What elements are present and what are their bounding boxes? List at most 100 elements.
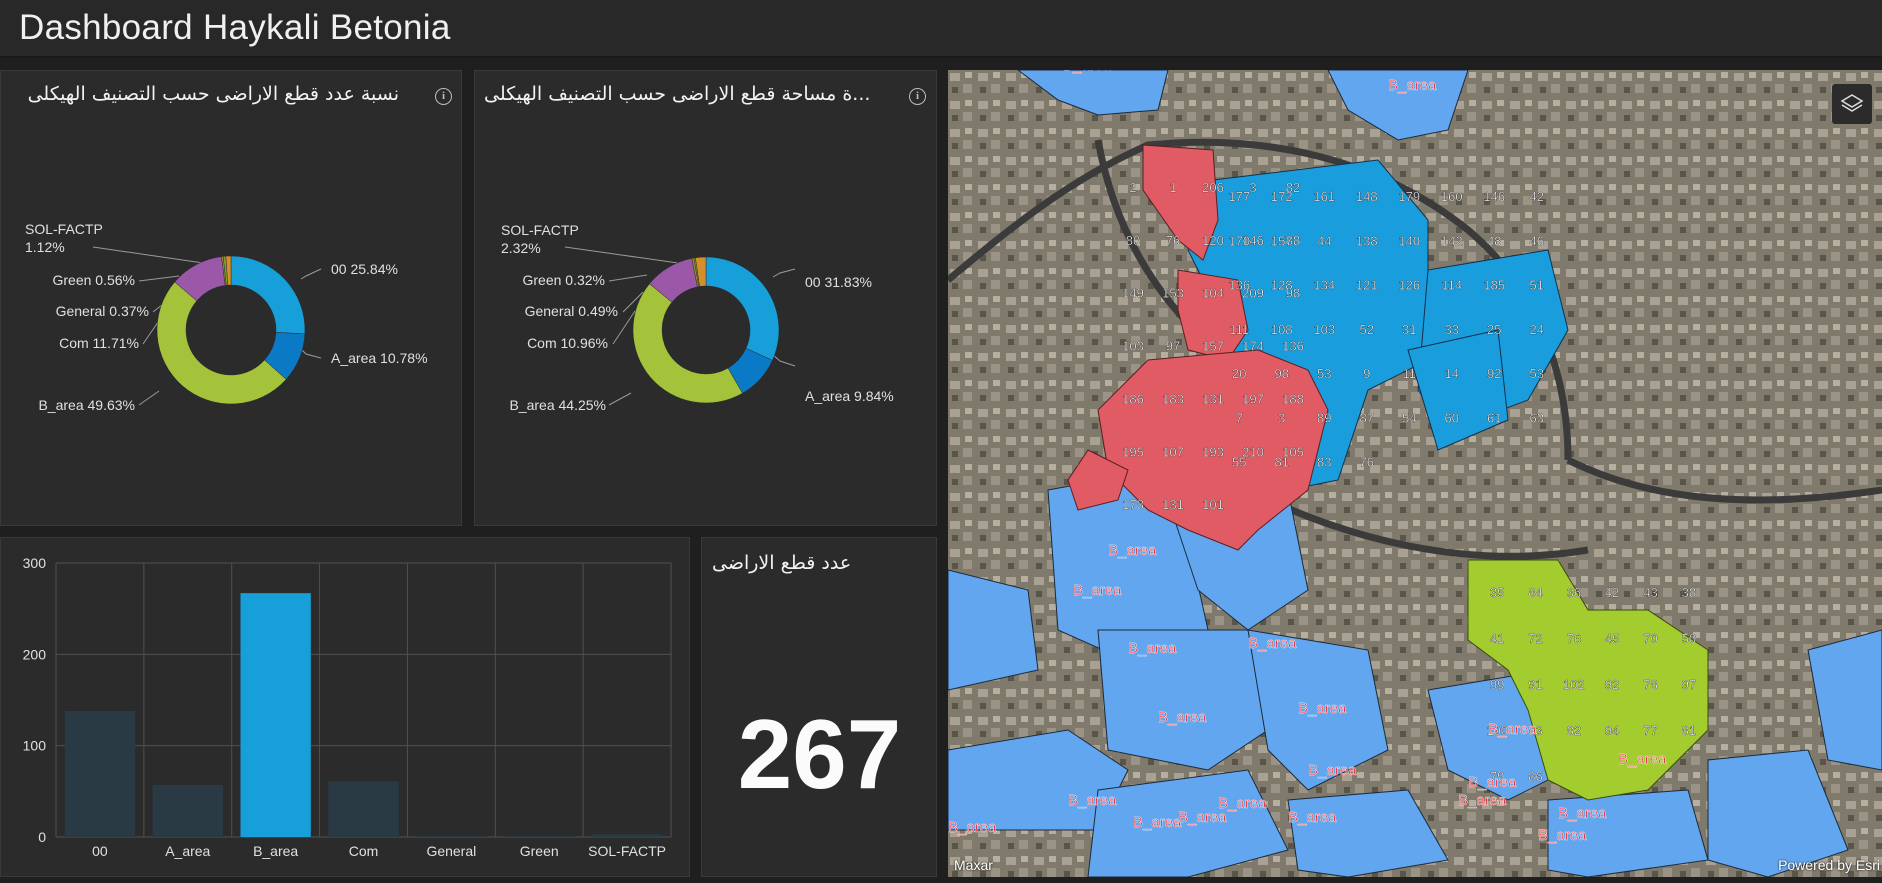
parcel-label: 77 xyxy=(1643,723,1657,738)
map-attribution: Maxar xyxy=(954,857,993,873)
info-icon[interactable]: i xyxy=(909,88,926,105)
parcel-label: 102 xyxy=(1563,677,1585,692)
parcel-label: 44 xyxy=(1317,233,1331,248)
bar-general[interactable] xyxy=(416,836,487,837)
parcel-label: 206 xyxy=(1202,180,1224,195)
parcel-label: 53 xyxy=(1317,366,1331,381)
parcel-label: 38 xyxy=(1682,585,1696,600)
parcel-label: 31 xyxy=(1402,322,1416,337)
label-oo: 00 31.83% xyxy=(805,274,872,290)
parcel-label: 157 xyxy=(1271,233,1293,248)
bar-com[interactable] xyxy=(328,781,399,837)
parcel-label: 98 xyxy=(1275,366,1289,381)
parcel-label: 87 xyxy=(1360,410,1374,425)
parcel-label: 140 xyxy=(1398,233,1420,248)
parcel-label: 60 xyxy=(1445,410,1459,425)
map-canvas[interactable]: 2 1 206 3 8280 76 120 146 88149 153 104 209 98103 97 1… xyxy=(948,70,1882,877)
parcel-label: 97 xyxy=(1166,339,1180,354)
layers-button[interactable] xyxy=(1832,84,1872,124)
label-sol-name: SOL-FACTP xyxy=(25,221,103,237)
parcel-label: 3 xyxy=(1278,410,1285,425)
area-label: B_area xyxy=(1068,792,1117,809)
parcel-label: 89 xyxy=(1317,410,1331,425)
donut-slice-00[interactable] xyxy=(705,256,780,361)
parcel-label: 157 xyxy=(1202,339,1224,354)
parcel-label: 111 xyxy=(1229,322,1249,337)
area-label: B_area xyxy=(1288,809,1337,826)
bar-a-area[interactable] xyxy=(152,784,223,837)
parcel-label: 48 xyxy=(1487,233,1501,248)
area-label: B_area xyxy=(1178,809,1227,826)
label-green: Green 0.56% xyxy=(53,272,136,288)
dashboard-header: Dashboard Haykali Betonia xyxy=(0,0,1882,58)
parcel-label: 128 xyxy=(1271,278,1293,293)
parcel-label: 63 xyxy=(1530,410,1544,425)
label-sol-pct: 2.32% xyxy=(501,240,541,256)
indicator-value: 267 xyxy=(737,699,902,809)
donut-slices xyxy=(156,255,306,405)
parcel-label: 42 xyxy=(1530,189,1544,204)
parcel-label: 1 xyxy=(1169,180,1176,195)
panel-title: نسبة عدد قطع الاراضى حسب التصنيف الهيكلى xyxy=(27,83,399,105)
parcel-label: 55 xyxy=(1232,455,1246,470)
area-label: B_area xyxy=(1388,77,1437,94)
esri-attribution[interactable]: Powered by Esri xyxy=(1778,857,1880,873)
parcel-label: 72 xyxy=(1528,631,1542,646)
donut-slice-b-area[interactable] xyxy=(632,283,743,404)
parcel-label: 185 xyxy=(1483,278,1505,293)
parcel-label: 53 xyxy=(1530,366,1544,381)
parcel-label: 138 xyxy=(1356,233,1378,248)
bar-00[interactable] xyxy=(64,710,136,837)
area-label: B_area xyxy=(1558,805,1607,822)
x-tick-label: A_area xyxy=(165,843,210,859)
label-com: Com 10.96% xyxy=(527,335,608,351)
info-icon[interactable]: i xyxy=(435,88,452,105)
x-tick-label: Green xyxy=(520,843,559,859)
label-oo: 00 25.84% xyxy=(331,261,398,277)
x-tick-label: SOL-FACTP xyxy=(588,843,666,859)
parcel-label: 35 xyxy=(1490,585,1504,600)
donut-panel-area: ...ة مساحة قطع الاراضى حسب التصنيف الهيك… xyxy=(474,70,937,526)
bar-sol-factp[interactable] xyxy=(591,834,663,837)
donut-chart-count: SOL-FACTP 1.12% Green 0.56% General 0.37… xyxy=(25,221,428,413)
parcel-label: 3 xyxy=(1249,180,1256,195)
parcel-label: 36 xyxy=(1567,585,1581,600)
bar-green[interactable] xyxy=(504,836,575,837)
parcel-label: 9 xyxy=(1363,366,1370,381)
panel-title: ...ة مساحة قطع الاراضى حسب التصنيف الهيك… xyxy=(484,83,871,105)
parcel-label: 120 xyxy=(1202,233,1224,248)
parcel-label: 97 xyxy=(1682,677,1696,692)
indicator-title: عدد قطع الاراضى xyxy=(712,552,852,574)
parcel-label: 70 xyxy=(1643,631,1657,646)
parcel-label: 81 xyxy=(1682,723,1696,738)
label-general: General 0.37% xyxy=(56,303,149,319)
area-label: B_area xyxy=(1073,582,1122,599)
area-label: B_area xyxy=(1538,827,1587,844)
parcel-label: 121 xyxy=(1356,278,1378,293)
area-label: B_area xyxy=(1468,774,1517,791)
parcel-label: 136 xyxy=(1228,278,1250,293)
label-sol-name: SOL-FACTP xyxy=(501,222,579,238)
bar-b-area[interactable] xyxy=(240,593,311,837)
parcel-label: 142 xyxy=(1441,233,1463,248)
parcel-label: 14 xyxy=(1445,366,1459,381)
parcel-label: 92 xyxy=(1605,677,1619,692)
donut-slice-00[interactable] xyxy=(230,255,306,335)
parcel-label: 103 xyxy=(1122,339,1144,354)
parcel-label: 7 xyxy=(1236,410,1243,425)
parcel-label: 178 xyxy=(1122,497,1144,512)
area-label: B_area xyxy=(1618,751,1667,768)
area-label: B_area xyxy=(1133,814,1182,831)
parcel-label: 86 xyxy=(1528,769,1542,784)
parcel-label: 52 xyxy=(1360,322,1374,337)
parcel-label: 45 xyxy=(1605,631,1619,646)
map-panel[interactable]: 2 1 206 3 82 80 76 120 146 88 149 153 104 209 98 103 97 1… xyxy=(948,70,1882,877)
parcel-label: 80 xyxy=(1126,233,1140,248)
y-tick-label: 200 xyxy=(23,646,47,662)
parcel-label: 76 xyxy=(1166,233,1180,248)
parcel-label: 186 xyxy=(1122,391,1144,406)
parcel-label: 108 xyxy=(1271,322,1293,337)
y-tick-label: 300 xyxy=(23,555,47,571)
area-label: B_area xyxy=(1158,709,1207,726)
label-general: General 0.49% xyxy=(525,303,618,319)
